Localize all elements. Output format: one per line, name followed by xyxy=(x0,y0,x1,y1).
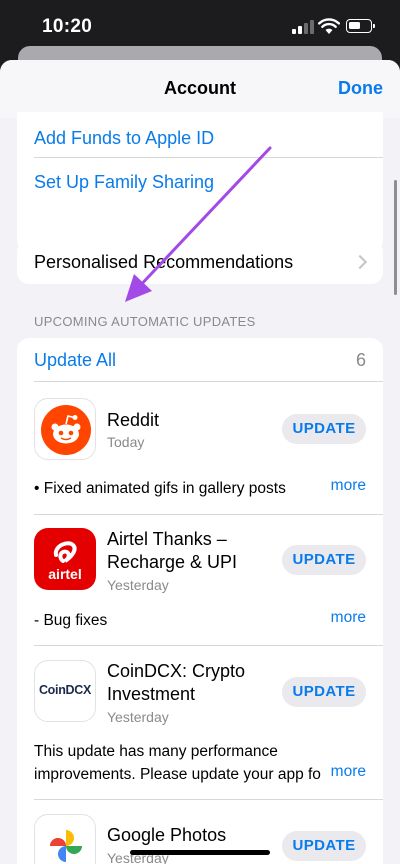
chevron-right-icon xyxy=(352,254,368,270)
app-date: Yesterday xyxy=(107,577,169,593)
update-count: 6 xyxy=(355,350,366,370)
google-photos-app-icon[interactable] xyxy=(34,814,96,864)
app-date: Today xyxy=(107,434,145,450)
home-indicator xyxy=(130,850,270,855)
divider xyxy=(34,157,383,158)
airtel-logo-text: airtel xyxy=(48,566,82,582)
app-name: Reddit xyxy=(107,410,160,430)
update-airtel-button[interactable]: UPDATE xyxy=(282,545,366,575)
airtel-app-icon[interactable]: airtel xyxy=(34,528,96,590)
navigation-bar: Account Done xyxy=(0,60,400,118)
section-header: UPCOMING AUTOMATIC UPDATES xyxy=(34,314,256,329)
app-name: Investment xyxy=(107,684,196,704)
account-sheet: Account Done Add Funds to Apple ID Set U… xyxy=(0,60,400,864)
divider xyxy=(34,381,383,382)
status-time: 10:20 xyxy=(42,16,93,37)
cellular-signal-icon xyxy=(292,20,314,34)
recommendations-row[interactable]: Personalised Recommendations xyxy=(17,240,383,284)
app-name: Recharge & UPI xyxy=(107,552,238,572)
release-notes: improvements. Please update your app fo xyxy=(34,766,321,783)
add-funds-link[interactable]: Add Funds to Apple ID xyxy=(34,128,214,149)
scroll-indicator[interactable] xyxy=(394,180,397,295)
app-date: Yesterday xyxy=(107,709,169,725)
divider xyxy=(34,799,383,800)
release-notes: - Bug fixes xyxy=(34,612,108,629)
divider xyxy=(34,645,383,646)
recommendations-label: Personalised Recommendations xyxy=(34,252,294,272)
wifi-icon xyxy=(318,18,340,34)
battery-icon xyxy=(346,19,375,33)
update-all-button[interactable]: Update All xyxy=(34,350,116,371)
coindcx-app-icon[interactable]: CoinDCX xyxy=(34,660,96,722)
update-google-photos-button[interactable]: UPDATE xyxy=(282,831,366,861)
done-button[interactable]: Done xyxy=(338,78,383,99)
status-bar: 10:20 xyxy=(0,0,400,52)
release-notes: This update has many performance xyxy=(34,743,278,760)
app-name: CoinDCX: Crypto xyxy=(107,661,246,681)
coindcx-logo-text: CoinDCX xyxy=(38,683,92,697)
app-name: Airtel Thanks – xyxy=(107,529,227,549)
family-sharing-link[interactable]: Set Up Family Sharing xyxy=(34,172,214,193)
update-coindcx-button[interactable]: UPDATE xyxy=(282,677,366,707)
updates-card: Update All 6 Reddit Today UPDATE • Fixed… xyxy=(17,338,383,864)
more-link[interactable]: more xyxy=(324,763,366,781)
divider xyxy=(34,514,383,515)
account-links-card: Add Funds to Apple ID Set Up Family Shar… xyxy=(17,112,383,252)
app-name: Google Photos xyxy=(107,825,227,845)
update-reddit-button[interactable]: UPDATE xyxy=(282,414,366,444)
more-link[interactable]: more xyxy=(324,609,366,627)
more-link[interactable]: more xyxy=(324,477,366,495)
release-notes: • Fixed animated gifs in gallery posts xyxy=(34,480,286,497)
reddit-app-icon[interactable] xyxy=(34,398,96,460)
